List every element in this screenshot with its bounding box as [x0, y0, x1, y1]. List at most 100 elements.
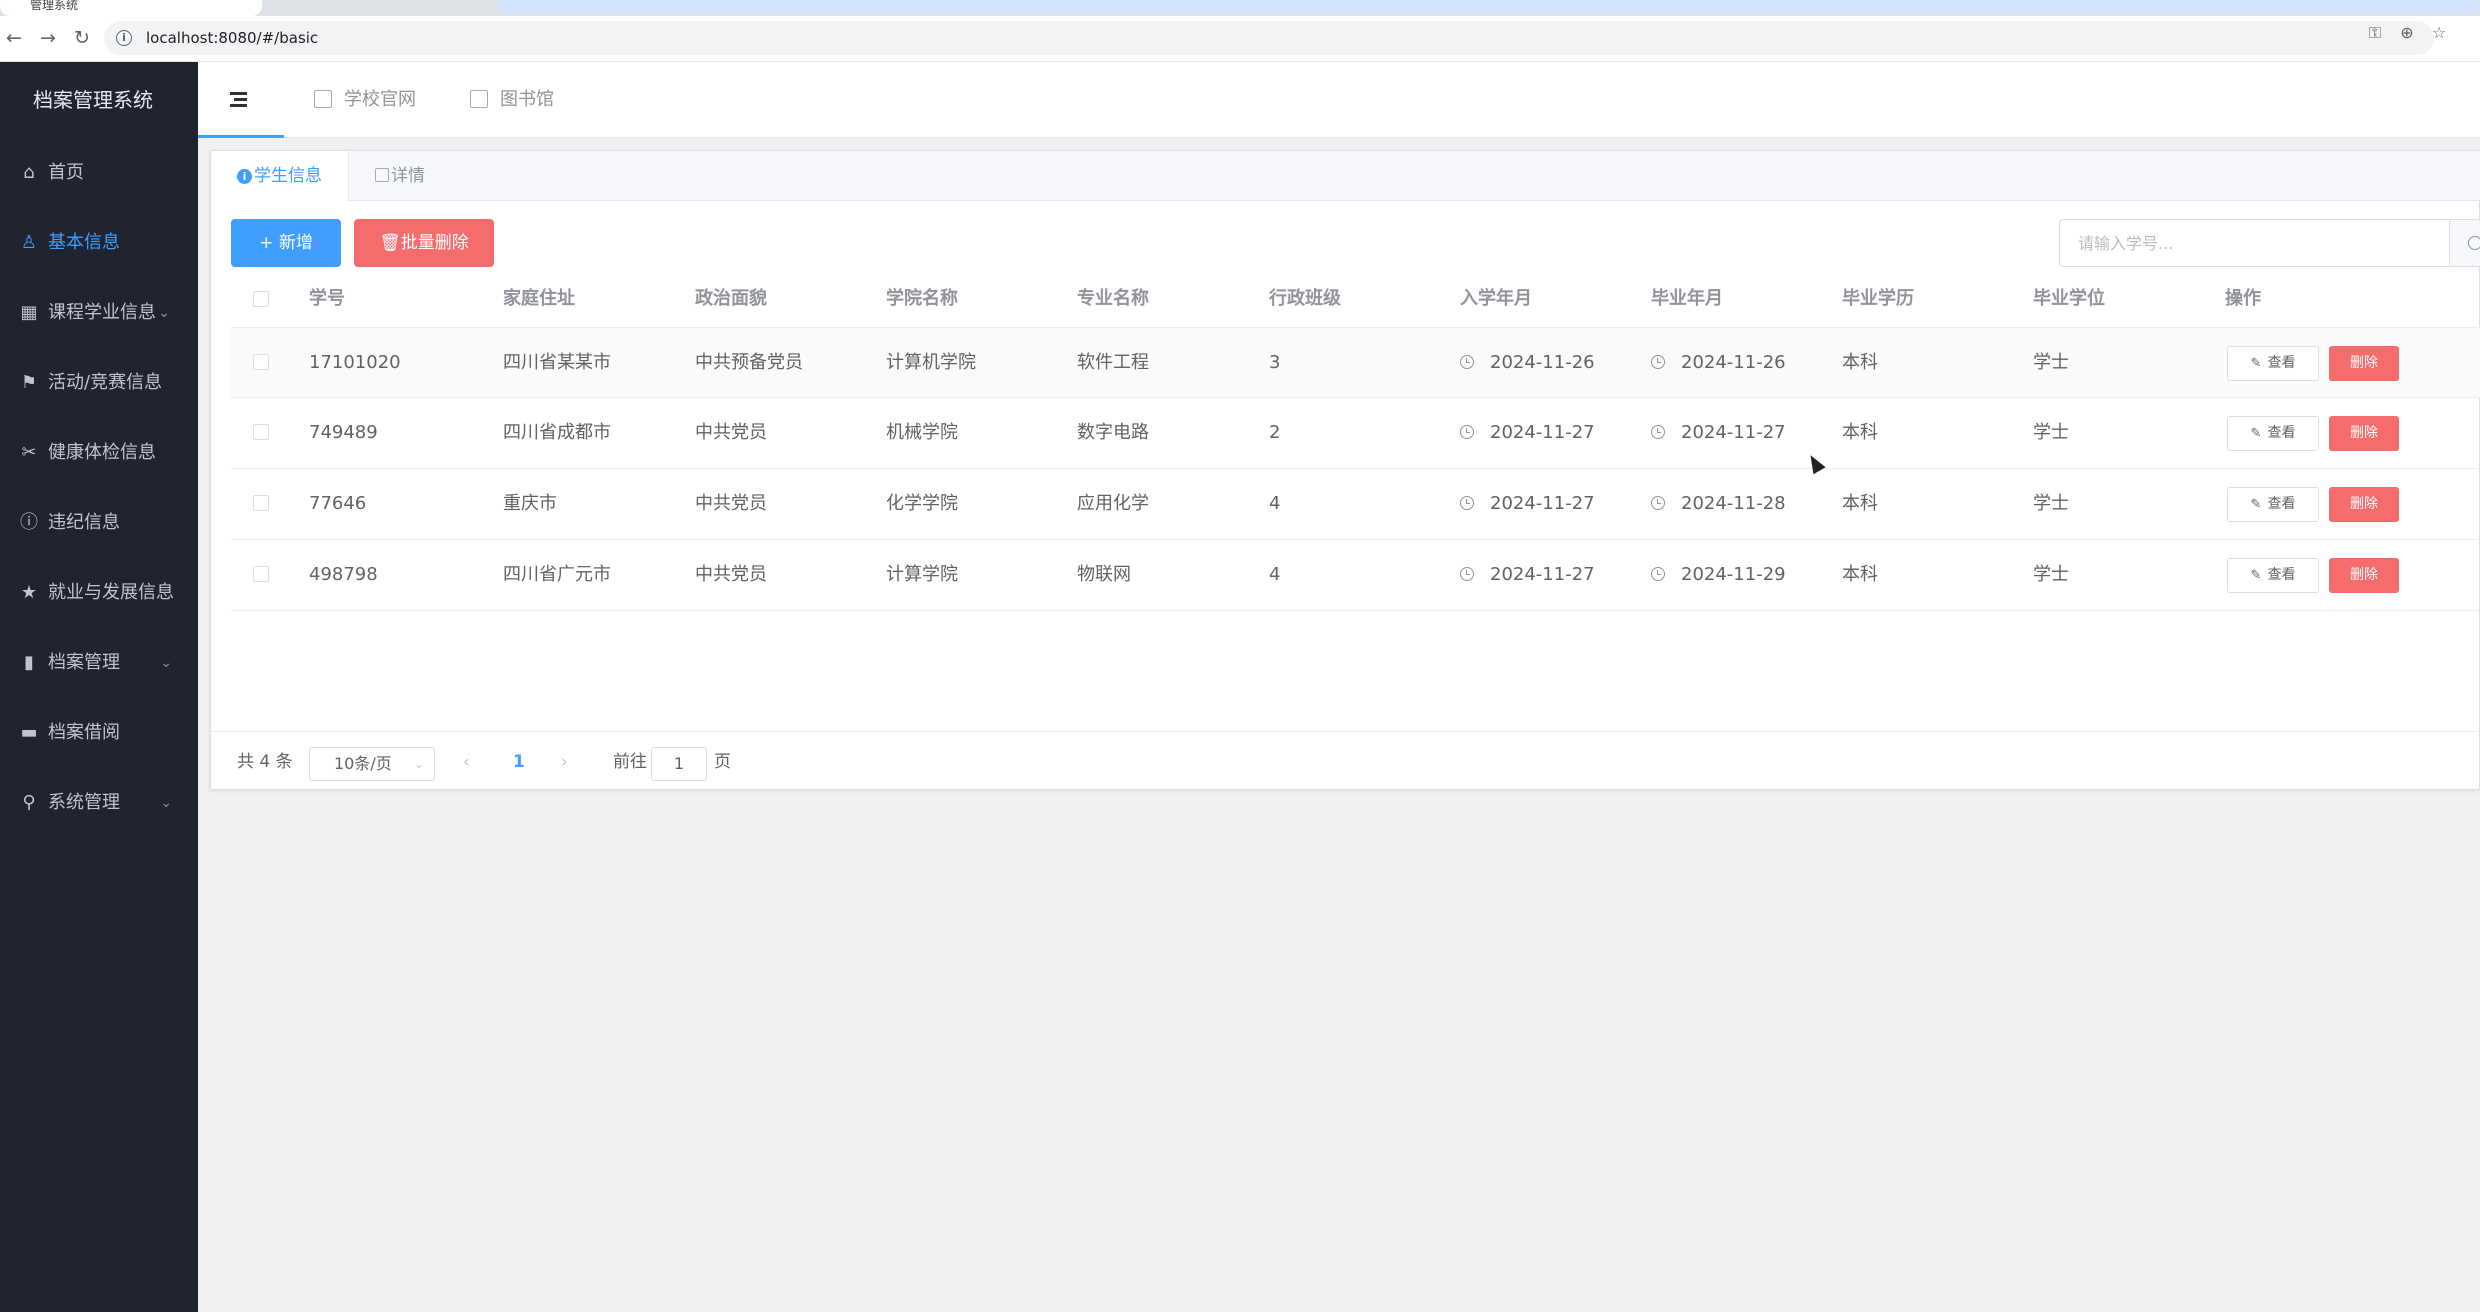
row-checkbox[interactable] [253, 424, 269, 440]
sidebar: 档案管理系统 ⌂ 首页 ♙ 基本信息 ▦ 课程学业信息 ⌄ ⚑ 活动/竞赛信息 … [0, 62, 198, 1312]
sidebar-item-home[interactable]: ⌂ 首页 [0, 138, 198, 208]
url-field[interactable]: i localhost:8080/#/basic [104, 21, 2434, 55]
info-icon: ⓘ [20, 512, 38, 533]
delete-button[interactable]: 删除 [2329, 487, 2399, 522]
goto-prefix: 前往 [613, 752, 647, 772]
delete-button[interactable]: 删除 [2329, 558, 2399, 593]
browser-tab-bar [498, 0, 2480, 14]
browser-tab-title: 管理系统 [30, 0, 79, 12]
view-button[interactable]: ✎ 查看 [2227, 558, 2319, 593]
cell-enroll-date: 2024-11-27 [1460, 469, 1595, 539]
view-label: 查看 [2267, 355, 2296, 371]
goto-page-input[interactable]: 1 [651, 747, 707, 781]
cell-college: 机械学院 [886, 422, 958, 443]
bookmark-star-icon[interactable]: ☆ [2428, 22, 2450, 44]
menu-toggle-icon[interactable] [198, 62, 284, 138]
zoom-icon[interactable]: ⊕ [2396, 22, 2418, 44]
prev-page-icon[interactable]: ‹ [463, 732, 470, 792]
home-icon: ⌂ [23, 162, 35, 183]
cell-student-id: 749489 [309, 422, 378, 443]
sidebar-item-basic-info[interactable]: ♙ 基本信息 [0, 208, 198, 278]
site-info-icon[interactable]: i [116, 30, 132, 46]
top-header: 学校官网 图书馆 [198, 62, 2480, 138]
sidebar-item-archive-manage[interactable]: ▮ 档案管理 ⌄ [0, 628, 198, 698]
password-key-icon[interactable]: ⚿ [2364, 22, 2386, 44]
row-checkbox[interactable] [253, 566, 269, 582]
header-link-school[interactable]: 学校官网 [314, 62, 416, 138]
delete-button[interactable]: 删除 [2329, 416, 2399, 451]
page-size-select[interactable]: 10条/页 ⌄ [309, 747, 435, 781]
tab-student-info[interactable]: i 学生信息 [211, 151, 349, 202]
edit-pen-icon: ✎ [2250, 426, 2262, 441]
add-button[interactable]: + 新增 [231, 219, 341, 267]
sidebar-item-label: 健康体检信息 [48, 442, 156, 463]
cell-political: 中共党员 [695, 493, 767, 514]
table-row[interactable]: 77646 重庆市 中共党员 化学学院 应用化学 4 2024-11-27 20… [231, 469, 2480, 540]
grad-date-text: 2024-11-26 [1681, 352, 1786, 373]
cell-college: 化学学院 [886, 493, 958, 514]
search-icon [2468, 236, 2480, 250]
browser-address-bar: ← → ↻ i localhost:8080/#/basic ⚿ ⊕ ☆ [0, 16, 2480, 62]
back-arrow-icon[interactable]: ← [0, 24, 28, 52]
cell-address: 四川省广元市 [503, 564, 611, 585]
cell-class: 3 [1269, 352, 1281, 373]
url-text[interactable]: localhost:8080/#/basic [146, 21, 318, 55]
student-id-search-input[interactable] [2060, 220, 2440, 266]
search-button[interactable] [2449, 219, 2480, 267]
sidebar-item-archive-borrow[interactable]: ▬ 档案借阅 [0, 698, 198, 768]
cell-degree: 学士 [2033, 564, 2069, 585]
clock-icon [1460, 496, 1474, 510]
reload-icon[interactable]: ↻ [68, 24, 96, 52]
cell-major: 物联网 [1077, 564, 1131, 585]
sidebar-item-health[interactable]: ✂ 健康体检信息 [0, 418, 198, 488]
sidebar-item-label: 课程学业信息 [48, 302, 156, 323]
batch-delete-label: 批量删除 [400, 233, 469, 253]
total-count: 共 4 条 [237, 752, 293, 772]
table-row[interactable]: 17101020 四川省某某市 中共预备党员 计算机学院 软件工程 3 2024… [231, 327, 2480, 398]
sidebar-item-label: 档案管理 [48, 652, 120, 673]
grad-date-text: 2024-11-27 [1681, 422, 1786, 443]
sidebar-item-discipline[interactable]: ⓘ 违纪信息 [0, 488, 198, 558]
card-tabs: i 学生信息 详情 [211, 151, 2480, 202]
header-link-library[interactable]: 图书馆 [470, 62, 554, 138]
browser-tab-active[interactable]: 管理系统 [0, 0, 262, 16]
table-row[interactable]: 498798 四川省广元市 中共党员 计算学院 物联网 4 2024-11-27… [231, 540, 2480, 611]
clock-icon [1460, 567, 1474, 581]
cell-political: 中共党员 [695, 564, 767, 585]
sidebar-item-system[interactable]: ⚲ 系统管理 ⌄ [0, 768, 198, 838]
cell-major: 数字电路 [1077, 422, 1149, 443]
sidebar-item-course[interactable]: ▦ 课程学业信息 ⌄ [0, 278, 198, 348]
sidebar-item-label: 档案借阅 [48, 722, 120, 743]
flag-icon: ⚑ [20, 372, 38, 393]
cell-enroll-date: 2024-11-27 [1460, 540, 1595, 610]
tab-details[interactable]: 详情 [349, 151, 451, 201]
scissors-icon: ✂ [21, 442, 37, 463]
forward-arrow-icon[interactable]: → [34, 24, 62, 52]
batch-delete-button[interactable]: 🗑批量删除 [354, 219, 494, 267]
clock-icon [1651, 425, 1665, 439]
delete-button[interactable]: 删除 [2329, 346, 2399, 381]
row-checkbox[interactable] [253, 495, 269, 511]
clock-icon [1651, 355, 1665, 369]
wallet-icon: ▬ [20, 722, 38, 743]
cell-class: 4 [1269, 564, 1281, 585]
edit-pen-icon: ✎ [2250, 568, 2262, 583]
cell-enroll-date: 2024-11-27 [1460, 398, 1595, 468]
sidebar-item-label: 首页 [48, 162, 84, 183]
page-number-current[interactable]: 1 [513, 732, 525, 792]
column-header: 入学年月 [1460, 288, 1532, 309]
sidebar-item-employment[interactable]: ★ 就业与发展信息 [0, 558, 198, 628]
cell-class: 2 [1269, 422, 1281, 443]
view-button[interactable]: ✎ 查看 [2227, 487, 2319, 522]
view-button[interactable]: ✎ 查看 [2227, 346, 2319, 381]
select-all-checkbox[interactable] [253, 291, 269, 307]
view-button[interactable]: ✎ 查看 [2227, 416, 2319, 451]
edit-pen-icon: ✎ [2250, 497, 2262, 512]
row-checkbox[interactable] [253, 354, 269, 370]
next-page-icon[interactable]: › [561, 732, 568, 792]
table-row[interactable]: 749489 四川省成都市 中共党员 机械学院 数字电路 2 2024-11-2… [231, 398, 2480, 469]
column-header: 毕业年月 [1651, 288, 1723, 309]
cell-student-id: 77646 [309, 493, 367, 514]
sidebar-item-activity[interactable]: ⚑ 活动/竞赛信息 [0, 348, 198, 418]
column-header: 学号 [309, 288, 345, 309]
